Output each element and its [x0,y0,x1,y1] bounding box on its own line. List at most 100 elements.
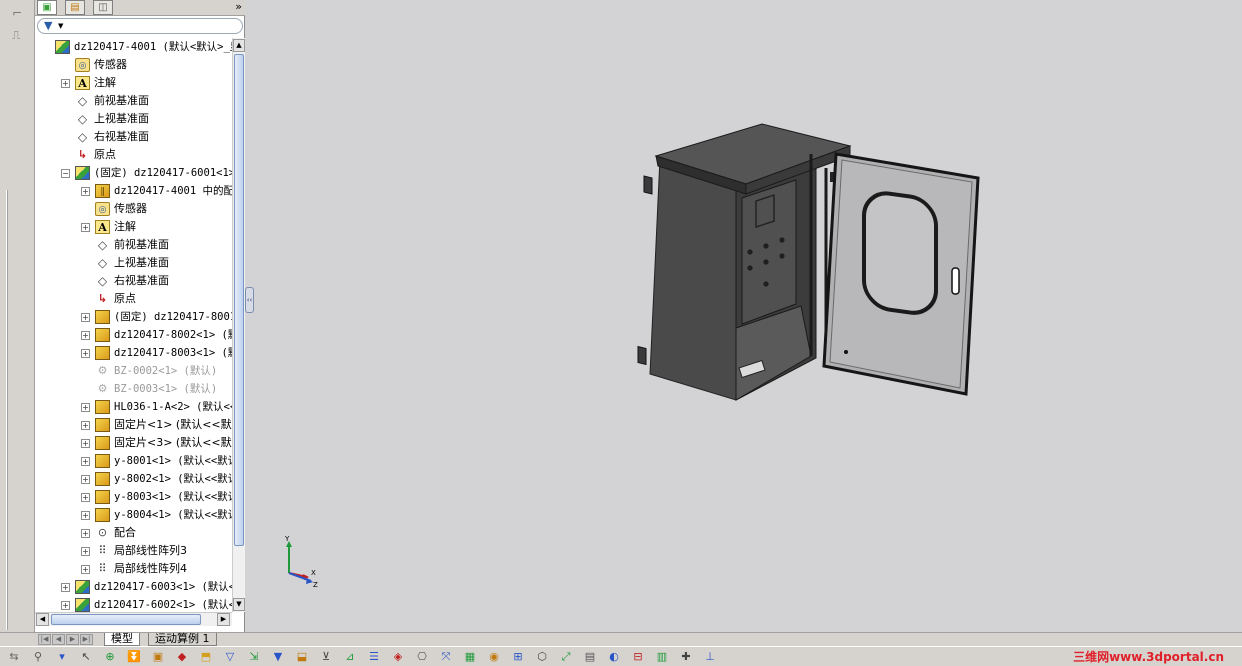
expand-toggle[interactable]: + [81,475,90,484]
configuration-manager-tab[interactable]: ◫ [93,0,113,15]
expand-toggle[interactable]: + [81,439,90,448]
tree-item[interactable]: + A 注解 [35,218,232,236]
toolbar-tool-icon[interactable]: ⬡ [534,650,550,664]
tab-prev-button[interactable]: ◀ [52,634,65,645]
panel-expand-chevron[interactable]: » [235,0,242,14]
property-manager-tab[interactable]: ▤ [65,0,85,15]
tree-filter-input[interactable]: ▼ ▼ [37,18,243,34]
expand-toggle[interactable]: + [81,547,90,556]
toolbar-tool-icon[interactable]: ⊞ [510,650,526,664]
toolbar-tool-icon[interactable]: ⊕ [102,650,118,664]
toolbar-tool-icon[interactable]: ⊿ [342,650,358,664]
toolbar-tool-icon[interactable]: ↖ [78,650,94,664]
toolbar-tool-icon[interactable]: ◐ [606,650,622,664]
filter-icon[interactable]: ▼ [44,19,52,33]
scroll-right-arrow[interactable]: ▶ [217,613,230,626]
tree-item[interactable]: + ∥ dz120417-4001 中的配合 [35,182,232,200]
toolbar-tool-icon[interactable]: ▣ [150,650,166,664]
tree-item[interactable]: ◇ 右视基准面 [35,272,232,290]
toolbar-tool-icon[interactable]: ▦ [462,650,478,664]
tree-item[interactable]: + HL036-1-A<2> (默认<<默认 [35,398,232,416]
tab-first-button[interactable]: |◀ [38,634,51,645]
toolbar-tool-icon[interactable]: ◆ [174,650,190,664]
toolbar-tool-icon[interactable]: ▽ [222,650,238,664]
expand-toggle[interactable]: + [81,529,90,538]
tree-item[interactable]: + ⠿ 局部线性阵列4 [35,560,232,578]
expand-toggle[interactable]: + [81,511,90,520]
electrical-cabinet-model[interactable] [636,118,986,408]
toolbar-tool-icon[interactable]: ✚ [678,650,694,664]
tree-item[interactable]: ↳ 原点 [35,146,232,164]
tab-next-button[interactable]: ▶ [66,634,79,645]
toolbar-tool-icon[interactable]: ⏬ [126,650,142,664]
toolbar-tool-icon[interactable]: ⊥ [702,650,718,664]
expand-toggle[interactable]: + [81,187,90,196]
tree-item[interactable]: + 固定片<1> (默认<<默认>_ [35,416,232,434]
tree-item[interactable]: + A 注解 [35,74,232,92]
expand-toggle[interactable]: + [81,223,90,232]
tree-item[interactable]: ◇ 前视基准面 [35,92,232,110]
tree-item[interactable]: ◎ 传感器 [35,56,232,74]
toolbar-tool-icon[interactable]: ☰ [366,650,382,664]
expand-toggle[interactable]: + [81,457,90,466]
tree-item[interactable]: ◇ 上视基准面 [35,254,232,272]
panel-splitter-handle[interactable]: ‹‹ [245,287,254,313]
toolbar-tool-icon[interactable]: ⚲ [30,650,46,664]
tree-item[interactable]: ◇ 右视基准面 [35,128,232,146]
chevron-down-icon[interactable]: ▼ [58,19,63,33]
step-down-icon[interactable]: ⎍ [12,28,30,46]
toolbar-tool-icon[interactable]: ⊻ [318,650,334,664]
tab-motion-study[interactable]: 运动算例 1 [148,633,217,646]
toolbar-tool-icon[interactable]: ◈ [390,650,406,664]
tree-item[interactable]: + ⊙ 配合 [35,524,232,542]
toolbar-tool-icon[interactable]: ▼ [270,650,286,664]
toolbar-tool-icon[interactable]: ⎔ [414,650,430,664]
expand-toggle[interactable]: + [81,421,90,430]
tree-item[interactable]: + ⠿ 局部线性阵列3 [35,542,232,560]
tree-item[interactable]: ◇ 上视基准面 [35,110,232,128]
expand-toggle[interactable]: + [61,601,70,610]
expand-toggle[interactable]: + [61,79,70,88]
collapse-toggle[interactable]: − [61,169,70,178]
tree-item[interactable]: ◎ 传感器 [35,200,232,218]
expand-toggle[interactable]: + [61,583,70,592]
expand-toggle[interactable]: + [81,349,90,358]
expand-toggle[interactable]: + [81,403,90,412]
tree-item[interactable]: ⚙ BZ-0002<1> (默认) [35,362,232,380]
toolbar-tool-icon[interactable]: ⬒ [198,650,214,664]
toolbar-tool-icon[interactable]: ▥ [654,650,670,664]
scroll-left-arrow[interactable]: ◀ [36,613,49,626]
toolbar-tool-icon[interactable]: ◉ [486,650,502,664]
tree-item[interactable]: + dz120417-6002<1> (默认<<默 [35,596,232,612]
tree-item[interactable]: + y-8001<1> (默认<<默认>_ [35,452,232,470]
expand-toggle[interactable]: + [81,331,90,340]
tree-item[interactable]: ⚙ BZ-0003<1> (默认) [35,380,232,398]
feature-manager-tab[interactable]: ▣ [37,0,57,15]
toolbar-tool-icon[interactable]: ⊟ [630,650,646,664]
tree-vertical-scrollbar[interactable]: ▲ ▼ [232,38,245,612]
expand-toggle[interactable]: + [81,565,90,574]
tree-item[interactable]: ↳ 原点 [35,290,232,308]
tree-item[interactable]: + dz120417-8003<1> (默认< [35,344,232,362]
toolbar-tool-icon[interactable]: ⬓ [294,650,310,664]
tree-item[interactable]: dz120417-4001 (默认<默认>_显 [35,38,232,56]
graphics-viewport[interactable]: Y X Z [246,0,1242,632]
tab-last-button[interactable]: ▶| [80,634,93,645]
scroll-down-arrow[interactable]: ▼ [233,598,245,611]
tree-item[interactable]: + dz120417-8002<1> (默认< [35,326,232,344]
expand-toggle[interactable]: + [81,313,90,322]
tree-item[interactable]: − (固定) dz120417-6001<1> (默 [35,164,232,182]
expand-toggle[interactable]: + [81,493,90,502]
toolbar-tool-icon[interactable]: ⤧ [438,650,454,664]
hscroll-thumb[interactable] [51,614,201,625]
tree-item[interactable]: + y-8002<1> (默认<<默认>_ [35,470,232,488]
tree-item[interactable]: + y-8004<1> (默认<<默认>_ [35,506,232,524]
tree-item[interactable]: + (固定) dz120417-8001<1> [35,308,232,326]
toolbar-tool-icon[interactable]: ▤ [582,650,598,664]
tree-item[interactable]: + dz120417-6003<1> (默认<<默 [35,578,232,596]
toolbar-tool-icon[interactable]: ⇆ [6,650,22,664]
scroll-up-arrow[interactable]: ▲ [233,39,245,52]
toolbar-tool-icon[interactable]: ⤢ [558,650,574,664]
step-icon[interactable]: ⌐ [12,6,30,24]
tree-horizontal-scrollbar[interactable]: ◀ ▶ [35,612,232,626]
